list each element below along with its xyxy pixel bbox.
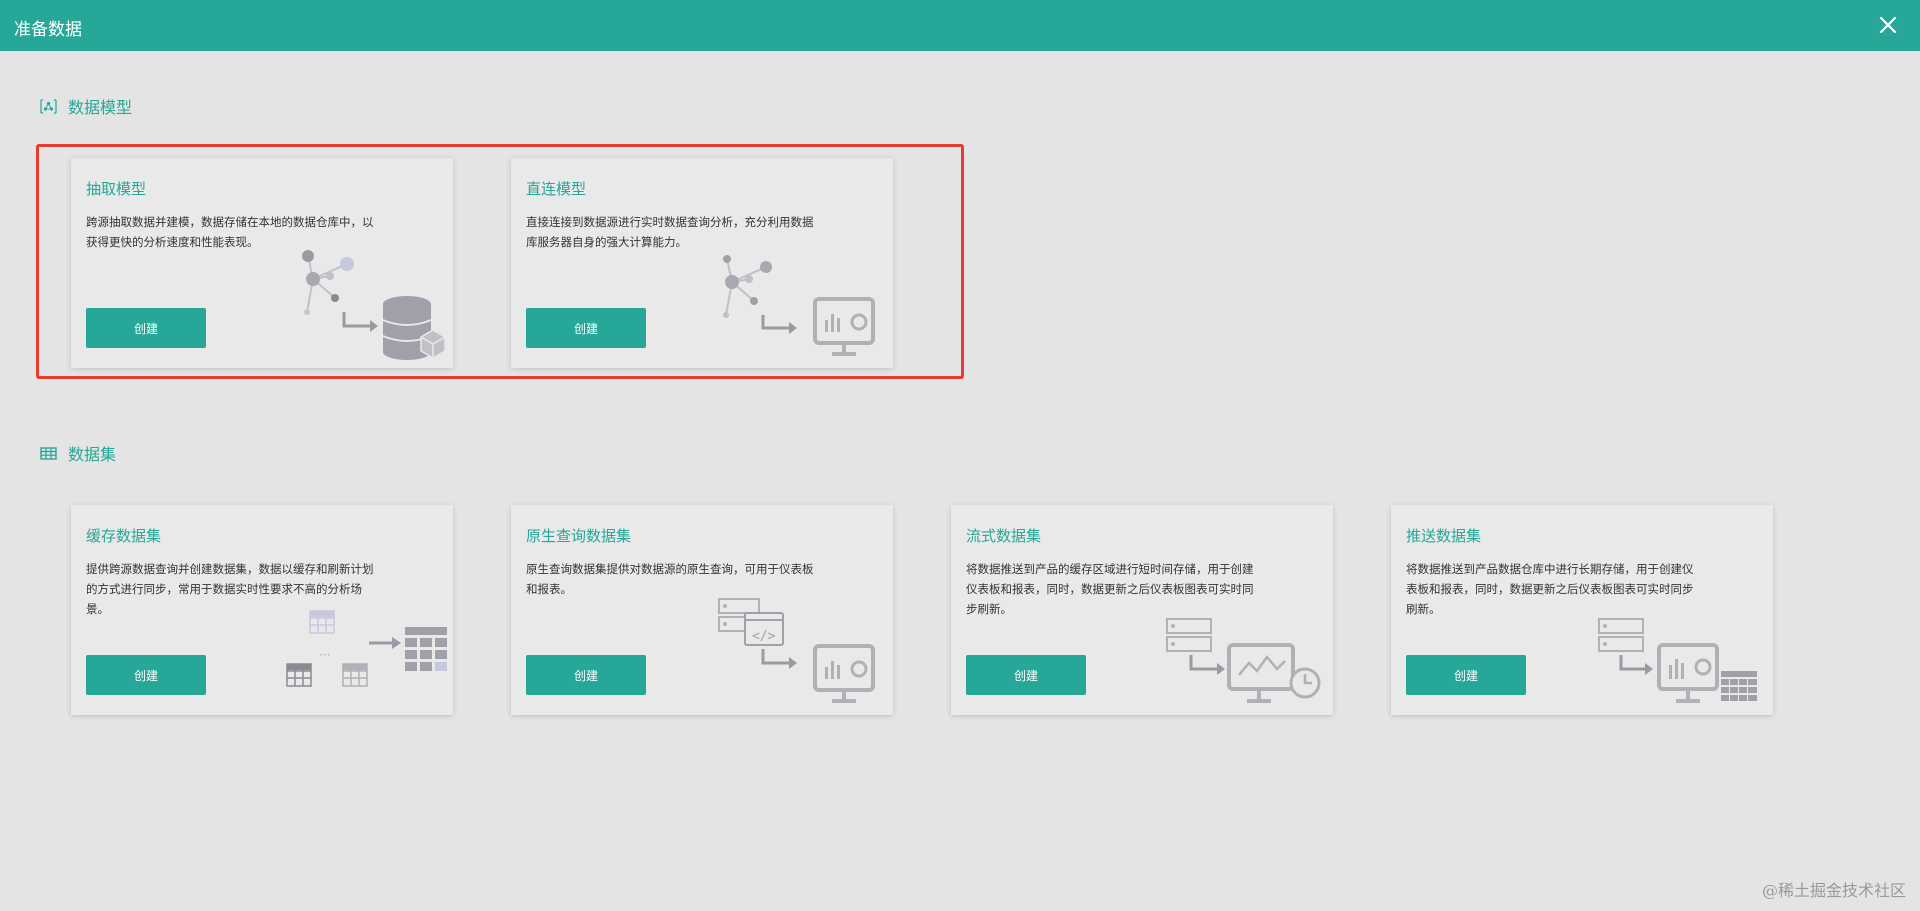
card-title: 缓存数据集 (86, 527, 162, 545)
data-model-icon (40, 98, 57, 114)
card-title: 直连模型 (526, 180, 587, 198)
create-button[interactable]: 创建 (86, 308, 206, 348)
create-button[interactable]: 创建 (526, 308, 646, 348)
card-push-dataset: 推送数据集 将数据推送到产品数据仓库中进行长期存储，用于创建仪表板和报表，同时，… (1391, 505, 1773, 715)
card-extract-model: 抽取模型 跨源抽取数据并建模，数据存储在本地的数据仓库中，以获得更快的分析速度和… (71, 158, 453, 368)
dialog-title: 准备数据 (14, 20, 82, 40)
section-label: 数据模型 (68, 98, 133, 117)
section-data-model: 数据模型 (40, 93, 132, 119)
create-button[interactable]: 创建 (526, 655, 646, 695)
card-title: 抽取模型 (86, 180, 147, 198)
cache-dataset-illustration: ··· (286, 610, 447, 687)
card-title: 原生查询数据集 (526, 527, 632, 545)
card-cache-dataset: 缓存数据集 提供跨源数据查询并创建数据集，数据以缓存和刷新计划的方式进行同步，常… (71, 505, 453, 715)
svg-text:</>: </> (752, 629, 776, 644)
card-streaming-dataset: 流式数据集 将数据推送到产品的缓存区域进行短时间存储，用于创建仪表板和报表，同时… (951, 505, 1333, 715)
card-direct-model: 直连模型 直接连接到数据源进行实时数据查询分析，充分利用数据库服务器自身的强大计… (511, 158, 893, 368)
create-button[interactable]: 创建 (86, 655, 206, 695)
section-dataset: 数据集 (40, 440, 116, 466)
card-title: 推送数据集 (1406, 527, 1482, 545)
section-label: 数据集 (68, 445, 117, 464)
streaming-dataset-illustration (1166, 618, 1321, 703)
create-button[interactable]: 创建 (966, 655, 1086, 695)
close-icon[interactable] (1876, 13, 1900, 37)
card-native-query-dataset: 原生查询数据集 原生查询数据集提供对数据源的原生查询，可用于仪表板和报表。 创建… (511, 505, 893, 715)
card-title: 流式数据集 (966, 527, 1042, 545)
dialog-header: 准备数据 (0, 0, 1920, 51)
watermark: @稀土掘金技术社区 (1761, 881, 1906, 900)
svg-text:···: ··· (319, 648, 330, 662)
create-button[interactable]: 创建 (1406, 655, 1526, 695)
direct-model-illustration (723, 255, 875, 356)
push-dataset-illustration (1598, 618, 1757, 703)
table-icon (40, 446, 57, 460)
extract-model-illustration (302, 250, 446, 360)
native-query-illustration: </> (718, 598, 875, 703)
